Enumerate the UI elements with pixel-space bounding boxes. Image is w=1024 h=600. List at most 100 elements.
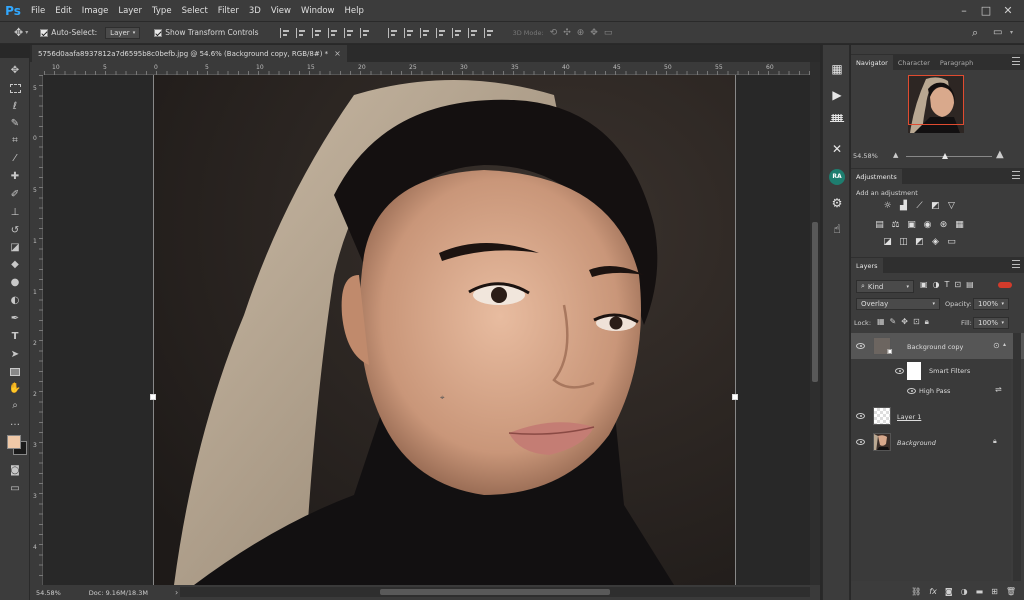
new-adjustment-layer-icon[interactable]: ◑ bbox=[961, 587, 968, 596]
tab-navigator[interactable]: Navigator bbox=[851, 55, 893, 70]
zoom-out-icon[interactable]: ▲ bbox=[893, 151, 898, 159]
dodge-tool-icon[interactable]: ◐ bbox=[8, 294, 22, 308]
layer-row-background-copy[interactable]: ▣ Background copy ⊙ ▴ bbox=[851, 333, 1024, 359]
type-tool-icon[interactable]: T bbox=[8, 330, 22, 344]
menu-type[interactable]: Type bbox=[147, 6, 177, 16]
pen-tool-icon[interactable]: ✒ bbox=[8, 312, 22, 326]
layers-scrollbar[interactable] bbox=[1013, 333, 1021, 581]
tab-layers[interactable]: Layers bbox=[851, 258, 883, 273]
path-selection-tool-icon[interactable]: ➤ bbox=[8, 348, 22, 362]
distribute-right-icon[interactable] bbox=[467, 27, 478, 38]
layer-style-icon[interactable]: fx bbox=[929, 587, 937, 596]
document-tab[interactable]: 5756d0aafa8937812a7d6595b8c0befb.jpg @ 5… bbox=[32, 45, 347, 62]
3d-mode-icons[interactable]: ⟲✣⊕✥▭ bbox=[550, 28, 619, 38]
lock-icons[interactable]: ▦✎✥⊡🔒︎ bbox=[877, 317, 934, 327]
zoom-in-icon[interactable]: ▲ bbox=[996, 149, 1004, 160]
properties-panel-icon[interactable]: ⚙ bbox=[829, 195, 845, 211]
tool-preset-chevron-icon[interactable]: ▾ bbox=[25, 29, 28, 36]
navigator-menu-icon[interactable] bbox=[1012, 57, 1020, 65]
move-tool-icon[interactable]: ✥ bbox=[14, 26, 23, 39]
zoom-tool-icon[interactable]: ⌕ bbox=[8, 399, 22, 413]
auto-select-checkbox[interactable] bbox=[40, 28, 49, 37]
color-balance-icon[interactable]: ⚖ bbox=[890, 220, 901, 231]
visibility-eye-icon[interactable] bbox=[907, 388, 916, 394]
menu-window[interactable]: Window bbox=[296, 6, 340, 16]
color-lookup-icon[interactable]: ▦ bbox=[954, 220, 965, 231]
black-white-icon[interactable]: ▣ bbox=[906, 220, 917, 231]
collapse-chevron-icon[interactable]: ▴ bbox=[1003, 341, 1006, 348]
document-image[interactable] bbox=[154, 75, 736, 585]
levels-icon[interactable]: ▟ bbox=[898, 201, 909, 212]
channel-mixer-icon[interactable]: ⊛ bbox=[938, 220, 949, 231]
tab-paragraph[interactable]: Paragraph bbox=[935, 55, 978, 70]
layer-filter-toggle[interactable] bbox=[998, 282, 1012, 288]
actions-panel-icon[interactable]: ▶ bbox=[829, 87, 845, 103]
threshold-icon[interactable]: ◩ bbox=[914, 237, 925, 248]
transform-controls-checkbox[interactable] bbox=[154, 28, 163, 37]
navigator-thumbnail[interactable] bbox=[908, 75, 964, 133]
transform-handle-left[interactable] bbox=[150, 394, 156, 400]
crop-tool-icon[interactable]: ⌗ bbox=[8, 134, 22, 148]
distribute-vcenter-icon[interactable] bbox=[403, 27, 414, 38]
layer-row-high-pass[interactable]: High Pass ⇌ bbox=[851, 383, 1024, 399]
hand-tool-icon[interactable]: ✋ bbox=[8, 382, 22, 396]
navigator-zoom-slider[interactable] bbox=[906, 156, 992, 157]
layer-name[interactable]: Background copy bbox=[907, 343, 963, 351]
menu-3d[interactable]: 3D bbox=[244, 6, 266, 16]
marquee-tool-icon[interactable] bbox=[8, 82, 22, 96]
transform-handle-right[interactable] bbox=[732, 394, 738, 400]
foreground-color-swatch[interactable] bbox=[7, 435, 21, 449]
workspace-chevron-icon[interactable]: ▾ bbox=[1010, 29, 1013, 36]
hue-saturation-icon[interactable]: ▤ bbox=[874, 220, 885, 231]
fill-field[interactable]: 100% ▾ bbox=[973, 317, 1009, 329]
distribute-hcenter-icon[interactable] bbox=[451, 27, 462, 38]
menu-edit[interactable]: Edit bbox=[50, 6, 76, 16]
workspace-icon[interactable]: ▭ bbox=[993, 27, 1002, 38]
rectangle-tool-icon[interactable] bbox=[8, 365, 22, 379]
layer-name[interactable]: High Pass bbox=[919, 387, 950, 395]
menu-view[interactable]: View bbox=[266, 6, 296, 16]
invert-icon[interactable]: ◪ bbox=[882, 237, 893, 248]
exposure-icon[interactable]: ◩ bbox=[930, 201, 941, 212]
zoom-readout[interactable]: 54.58% bbox=[36, 589, 61, 597]
histogram-panel-icon[interactable]: ᚙ bbox=[829, 113, 845, 129]
brightness-contrast-icon[interactable]: ☼ bbox=[882, 201, 893, 212]
align-right-icon[interactable] bbox=[359, 27, 370, 38]
vertical-scroll-thumb[interactable] bbox=[812, 222, 818, 382]
vertical-scrollbar[interactable] bbox=[810, 62, 820, 585]
auto-select-option[interactable]: Auto-Select: bbox=[40, 28, 97, 37]
close-icon[interactable]: ✕ bbox=[1000, 3, 1016, 19]
plugin-ra-icon[interactable]: RA bbox=[829, 169, 845, 185]
visibility-eye-icon[interactable] bbox=[856, 343, 865, 349]
close-document-icon[interactable]: × bbox=[334, 49, 341, 58]
tools-cross-icon[interactable]: ✕ bbox=[829, 141, 845, 157]
delete-layer-icon[interactable]: 🗑︎ bbox=[1006, 587, 1016, 596]
menu-select[interactable]: Select bbox=[177, 6, 213, 16]
navigator-zoom-value[interactable]: 54.58% bbox=[853, 152, 878, 160]
layer-filter-icons[interactable]: ▣◑T⊡▤ bbox=[920, 280, 979, 289]
layer-filter-kind-dropdown[interactable]: ⌕ Kind ▾ bbox=[856, 280, 914, 293]
lasso-tool-icon[interactable]: ℓ bbox=[8, 100, 22, 114]
blur-tool-icon[interactable]: ● bbox=[8, 276, 22, 290]
navigator-view-frame[interactable] bbox=[908, 75, 964, 125]
navigator-zoom-slider-thumb[interactable] bbox=[942, 153, 948, 159]
horizontal-scroll-thumb[interactable] bbox=[380, 589, 610, 595]
transform-controls-option[interactable]: Show Transform Controls bbox=[154, 28, 259, 37]
posterize-icon[interactable]: ◫ bbox=[898, 237, 909, 248]
history-panel-icon[interactable]: ▦ bbox=[829, 61, 845, 77]
distribute-top-icon[interactable] bbox=[387, 27, 398, 38]
more-tools-icon[interactable]: … bbox=[8, 416, 22, 430]
healing-brush-tool-icon[interactable]: ✚ bbox=[8, 170, 22, 184]
blend-mode-dropdown[interactable]: Overlay ▾ bbox=[856, 298, 940, 310]
add-mask-icon[interactable]: ◙ bbox=[945, 587, 953, 596]
eraser-tool-icon[interactable]: ◪ bbox=[8, 241, 22, 255]
screen-mode-icon[interactable]: ▭ bbox=[8, 482, 22, 496]
layer-row-layer-1[interactable]: Layer 1 bbox=[851, 403, 1024, 429]
photo-filter-icon[interactable]: ◉ bbox=[922, 220, 933, 231]
visibility-eye-icon[interactable] bbox=[856, 413, 865, 419]
canvas-area[interactable]: ⌖ bbox=[44, 75, 810, 585]
distribute-left-icon[interactable] bbox=[435, 27, 446, 38]
transform-center-icon[interactable]: ⌖ bbox=[440, 393, 445, 403]
new-layer-icon[interactable]: ⊞ bbox=[991, 587, 998, 596]
vibrance-icon[interactable]: ▽ bbox=[946, 201, 957, 212]
